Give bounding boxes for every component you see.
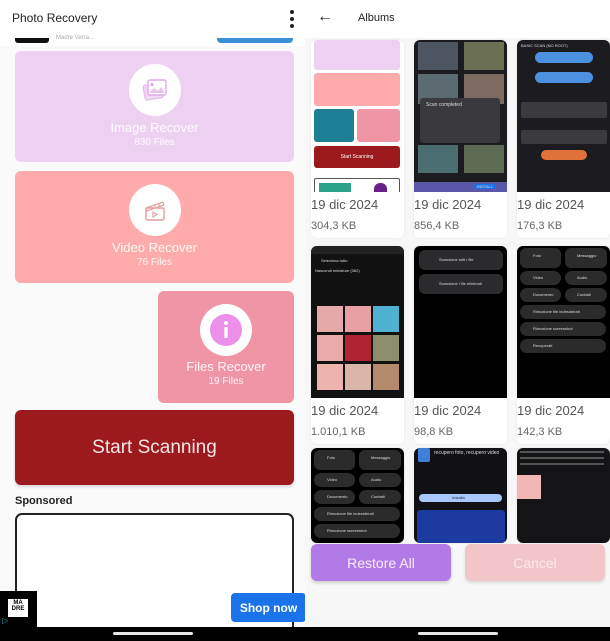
album-thumbnail: recupero foto, recupero video Installa <box>414 448 507 543</box>
video-recover-card[interactable]: Video Recover 76 Files <box>15 171 294 283</box>
thumb-item: Scansione i file eliminati <box>439 281 482 286</box>
thumb-item: Video <box>327 477 338 482</box>
top-ad-banner[interactable]: Madre Verra... <box>0 35 305 46</box>
thumb-text: Scan completed <box>426 102 462 108</box>
album-tile[interactable]: Scan completed INSTALL 19 dic 2024 856,4… <box>414 40 507 238</box>
brand-mark: MA DRE <box>8 599 28 617</box>
image-icon <box>142 79 167 101</box>
thumb-item: Foto <box>533 253 542 258</box>
album-date: 19 dic 2024 <box>414 197 482 212</box>
restore-all-button[interactable]: Restore All <box>311 544 451 581</box>
album-tile[interactable]: Start Scanning 19 dic 2024 304,3 KB <box>311 40 404 238</box>
shop-now-button[interactable]: Shop now <box>231 593 305 622</box>
album-date: 19 dic 2024 <box>311 403 379 418</box>
sponsored-label: Sponsored <box>15 495 73 507</box>
start-scanning-button[interactable]: Start Scanning <box>15 410 294 485</box>
album-size: 1.010,1 KB <box>311 426 366 438</box>
album-thumbnail: Start Scanning <box>311 40 404 192</box>
album-tile[interactable]: Foto Messaggio Video Audio Documento Con… <box>311 448 404 543</box>
image-recover-card[interactable]: Image Recover 830 Files <box>15 51 294 162</box>
info-icon-circle <box>200 304 252 356</box>
album-thumbnail <box>517 448 610 543</box>
ad-text: Madre Verra... <box>56 35 95 41</box>
thumb-install: Installa <box>452 495 465 500</box>
album-size: 856,4 KB <box>414 220 460 232</box>
system-nav-bar <box>0 627 305 641</box>
ad-choices-icon[interactable]: ▷ <box>2 616 8 625</box>
thumb-item: Messaggio <box>577 253 597 258</box>
thumb-item: Scansione tutti i file <box>439 257 474 262</box>
thumb-text: BASIC SCAN (NO ROOT) <box>521 43 568 48</box>
thumb-item: Contatti <box>371 494 385 499</box>
files-recover-card[interactable]: Files Recover 19 Files <box>158 291 294 403</box>
image-icon-circle <box>128 64 181 116</box>
thumb-item: Rimozione file indesiderati <box>533 309 580 314</box>
thumb-text: Seleziona tutto <box>321 258 348 263</box>
album-size: 98,8 KB <box>414 426 454 438</box>
app-title: Photo Recovery <box>12 11 98 25</box>
album-tile[interactable]: Foto Messaggio Video Audio Documento Con… <box>517 246 610 444</box>
advertiser-logo[interactable]: MA DRE ▷ <box>0 591 37 628</box>
home-gesture-handle[interactable] <box>417 632 498 635</box>
thumb-item: Recuperati <box>533 343 553 348</box>
album-thumbnail: Scan completed INSTALL <box>414 40 507 192</box>
clapperboard-icon <box>144 201 165 221</box>
album-thumbnail: Scansione tutti i file Scansione i file … <box>414 246 507 398</box>
clapperboard-icon-circle <box>128 184 181 236</box>
album-thumbnail: BASIC SCAN (NO ROOT) <box>517 40 610 192</box>
system-nav-bar <box>305 627 610 641</box>
albums-top-bar: ← Albums <box>305 0 610 38</box>
app-bar: Photo Recovery <box>0 0 305 38</box>
home-gesture-handle[interactable] <box>112 632 193 635</box>
thumb-item: Foto <box>327 455 336 460</box>
thumb-item: Messaggio <box>371 455 391 460</box>
card-label: Video Recover <box>111 240 198 255</box>
album-size: 304,3 KB <box>311 220 357 232</box>
card-label: Files Recover <box>186 359 266 374</box>
ad-logo-strip <box>15 38 49 43</box>
album-date: 19 dic 2024 <box>517 403 585 418</box>
thumb-subtext: Nascondi miniature (362) <box>315 268 360 273</box>
card-label: Image Recover <box>110 120 199 135</box>
thumb-text: Start Scanning <box>314 146 400 168</box>
album-tile[interactable]: recupero foto, recupero video Installa <box>414 448 507 543</box>
thumb-item: Documento <box>533 292 554 297</box>
thumb-item: Audio <box>371 477 382 482</box>
album-size: 176,3 KB <box>517 220 563 232</box>
more-vert-icon[interactable] <box>286 10 298 28</box>
card-count: 76 Files <box>136 257 172 268</box>
cancel-button[interactable]: Cancel <box>465 544 605 581</box>
album-thumbnail: Foto Messaggio Video Audio Documento Con… <box>517 246 610 398</box>
album-thumbnail: Foto Messaggio Video Audio Documento Con… <box>311 448 404 543</box>
thumb-item: Rimozione file indesiderati <box>327 511 374 516</box>
albums-screen: ← Albums Start Scanning 19 dic 2024 304,… <box>305 0 610 641</box>
album-tile[interactable] <box>517 448 610 543</box>
photo-recovery-screen: Photo Recovery Madre Verra... Image Reco… <box>0 0 305 641</box>
thumb-item: Audio <box>577 275 588 280</box>
thumb-text: recupero foto, recupero video <box>434 450 500 456</box>
album-size: 142,3 KB <box>517 426 563 438</box>
album-tile[interactable]: BASIC SCAN (NO ROOT) 19 dic 2024 176,3 K… <box>517 40 610 238</box>
album-date: 19 dic 2024 <box>414 403 482 418</box>
page-title: Albums <box>358 12 395 24</box>
album-thumbnail: Seleziona tutto Nascondi miniature (362) <box>311 246 404 398</box>
card-count: 830 Files <box>134 137 175 148</box>
arrow-left-icon[interactable]: ← <box>317 8 333 26</box>
album-date: 19 dic 2024 <box>311 197 379 212</box>
thumb-install: INSTALL <box>474 184 496 189</box>
album-tile[interactable]: Seleziona tutto Nascondi miniature (362)… <box>311 246 404 444</box>
album-tile[interactable]: Scansione tutti i file Scansione i file … <box>414 246 507 444</box>
thumb-item: Documento <box>327 494 348 499</box>
card-count: 19 Files <box>208 376 244 387</box>
thumb-item: Rimozione screenshot <box>327 528 367 533</box>
info-icon <box>210 314 242 346</box>
thumb-item: Video <box>533 275 544 280</box>
album-date: 19 dic 2024 <box>517 197 585 212</box>
thumb-item: Contatti <box>577 292 591 297</box>
ad-cta-strip[interactable] <box>217 38 293 43</box>
thumb-item: Rimozione screenshot <box>533 326 573 331</box>
